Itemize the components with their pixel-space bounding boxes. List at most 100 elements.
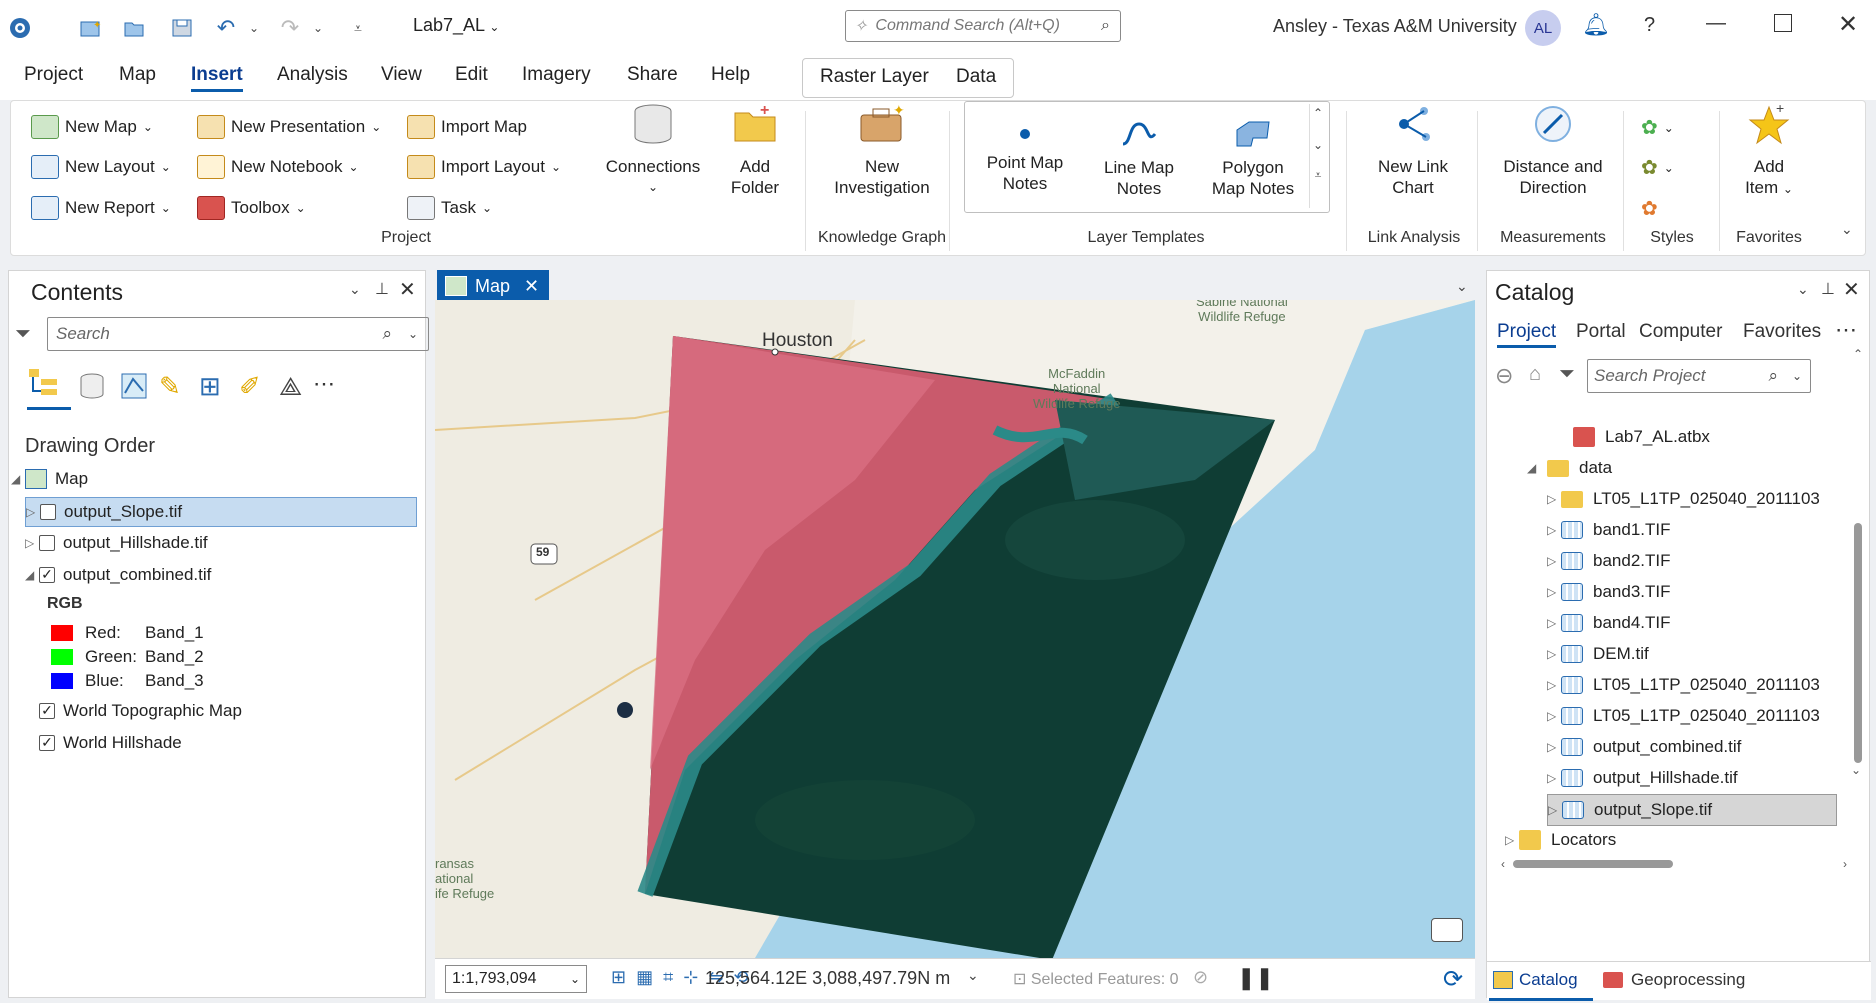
catalog-item[interactable]: ▷ output_Hillshade.tif xyxy=(1547,768,1738,788)
style-button-2[interactable]: ✿ ⌄ xyxy=(1641,155,1674,180)
save-project-icon[interactable] xyxy=(168,14,196,42)
map-canvas[interactable]: Houston Sabine National Wildlife Refuge … xyxy=(435,300,1475,958)
catalog-tab-project[interactable]: Project xyxy=(1497,321,1557,348)
close-map-tab-icon[interactable]: ✕ xyxy=(524,276,539,297)
catalog-item[interactable]: ▷ band1.TIF xyxy=(1547,520,1671,540)
coordinate-format-dropdown-icon[interactable]: ⌄ xyxy=(967,967,979,984)
catalog-item[interactable]: ▷ LT05_L1TP_025040_2011103 xyxy=(1547,675,1820,695)
layer-row-world-hillshade[interactable]: ✓ World Hillshade xyxy=(39,733,182,753)
catalog-tab-favorites[interactable]: Favorites xyxy=(1743,321,1821,343)
map-legend-toggle-icon[interactable] xyxy=(1431,918,1463,942)
catalog-item[interactable]: ▷ band3.TIF xyxy=(1547,582,1671,602)
tab-map[interactable]: Map xyxy=(119,64,156,86)
more-options-icon[interactable]: ⋯ xyxy=(1835,317,1857,343)
scroll-left-icon[interactable]: ‹ xyxy=(1501,857,1505,871)
gallery-scroll[interactable]: ⌃ ⌄ ⩡ xyxy=(1309,104,1326,208)
collapse-ribbon-icon[interactable]: ⌄ xyxy=(1841,221,1853,238)
scroll-right-icon[interactable]: › xyxy=(1843,857,1847,871)
notification-bell-icon[interactable]: 🔔︎ xyxy=(1582,12,1610,38)
catalog-item-toolbox[interactable]: Lab7_AL.atbx xyxy=(1573,427,1710,447)
tab-data[interactable]: Data xyxy=(956,66,996,88)
new-project-icon[interactable]: ✦ xyxy=(76,14,104,42)
bottom-tab-catalog[interactable]: Catalog xyxy=(1489,962,1593,1001)
list-by-labeling-tab[interactable]: ✐ xyxy=(239,371,261,402)
layer-visibility-checkbox[interactable]: ✓ xyxy=(39,735,55,751)
gallery-expand-icon[interactable]: ⩡ xyxy=(1310,168,1326,183)
tab-analysis[interactable]: Analysis xyxy=(277,64,348,86)
gallery-scroll-up-icon[interactable]: ⌃ xyxy=(1310,106,1326,120)
catalog-tab-computer[interactable]: Computer xyxy=(1639,321,1722,343)
view-list-icon[interactable]: ⌄ xyxy=(1456,278,1468,295)
refresh-icon[interactable]: ⟳ xyxy=(1443,965,1463,994)
catalog-item-selected[interactable]: ▷ output_Slope.tif xyxy=(1547,794,1837,826)
layer-row-world-topographic[interactable]: ✓ World Topographic Map xyxy=(39,701,242,721)
maximize-icon[interactable] xyxy=(1774,14,1792,32)
pin-icon[interactable]: ⊥ xyxy=(375,279,389,299)
new-investigation-button[interactable]: ✦ New Investigation xyxy=(811,101,953,198)
help-icon[interactable]: ? xyxy=(1644,14,1655,37)
tab-insert[interactable]: Insert xyxy=(191,64,243,92)
layer-visibility-checkbox[interactable] xyxy=(40,504,56,520)
map-node[interactable]: ◢ Map xyxy=(11,469,88,489)
gallery-scroll-down-icon[interactable]: ⌄ xyxy=(1310,138,1326,152)
new-map-button[interactable]: New Map ⌄ xyxy=(31,115,153,139)
horizontal-scroll-thumb[interactable] xyxy=(1513,860,1673,868)
list-by-perspective-tab[interactable]: ⟁ xyxy=(279,371,302,403)
more-options-icon[interactable]: ⋯ xyxy=(313,371,335,397)
task-button[interactable]: Task ⌄ xyxy=(407,196,492,220)
redo-icon[interactable]: ↷ xyxy=(276,14,304,42)
import-layout-button[interactable]: Import Layout ⌄ xyxy=(407,155,561,179)
connections-button[interactable]: Connections ⌄ xyxy=(593,101,713,198)
tab-imagery[interactable]: Imagery xyxy=(522,64,591,86)
tab-raster-layer[interactable]: Raster Layer xyxy=(820,66,929,88)
tab-project[interactable]: Project xyxy=(24,64,83,86)
vertical-scrollbar[interactable]: ⌃ xyxy=(1851,347,1865,787)
list-by-editing-tab[interactable]: ✎ xyxy=(159,371,181,402)
catalog-search-input[interactable]: Search Project ⌕ ⌄ xyxy=(1587,359,1811,393)
undo-dropdown-icon[interactable]: ⌄ xyxy=(240,14,268,42)
layer-row-output-slope[interactable]: ▷ output_Slope.tif xyxy=(25,497,417,527)
minimize-icon[interactable]: — xyxy=(1706,12,1726,35)
fixed-zoom-icon[interactable]: ⊞ xyxy=(611,967,636,987)
pin-icon[interactable]: ⊥ xyxy=(1821,279,1835,299)
catalog-item[interactable]: ▷ LT05_L1TP_025040_2011103 xyxy=(1547,706,1820,726)
style-button-3[interactable]: ✿ xyxy=(1641,196,1658,221)
contents-search-input[interactable]: Search ⌕ ⌄ xyxy=(47,317,429,351)
new-presentation-button[interactable]: New Presentation ⌄ xyxy=(197,115,381,139)
catalog-item[interactable]: ▷ band2.TIF xyxy=(1547,551,1671,571)
catalog-item[interactable]: ▷ LT05_L1TP_025040_2011103 xyxy=(1547,489,1820,509)
add-item-button[interactable]: + Add Item ⌄ xyxy=(1723,100,1815,200)
polygon-map-notes-button[interactable]: Polygon Map Notes xyxy=(1199,116,1307,199)
list-by-selection-tab[interactable] xyxy=(119,371,149,406)
grid-icon[interactable]: ▦ xyxy=(636,967,663,987)
catalog-tab-portal[interactable]: Portal xyxy=(1576,321,1626,343)
layer-visibility-checkbox[interactable]: ✓ xyxy=(39,703,55,719)
bottom-tab-geoprocessing[interactable]: Geoprocessing xyxy=(1603,962,1745,998)
new-layout-button[interactable]: New Layout ⌄ xyxy=(31,155,171,179)
clear-selection-icon[interactable]: ⊘ xyxy=(1193,967,1208,988)
open-project-icon[interactable] xyxy=(120,14,148,42)
list-by-snapping-tab[interactable]: ⊞ xyxy=(199,371,221,402)
toolbox-button[interactable]: Toolbox ⌄ xyxy=(197,196,306,220)
point-map-notes-button[interactable]: Point Map Notes xyxy=(971,116,1079,194)
pane-options-icon[interactable]: ⌄ xyxy=(349,281,361,298)
command-search-input[interactable]: ✧ Command Search (Alt+Q) ⌕ xyxy=(845,10,1121,42)
tab-share[interactable]: Share xyxy=(627,64,678,86)
style-button-1[interactable]: ✿ ⌄ xyxy=(1641,115,1674,140)
tab-view[interactable]: View xyxy=(381,64,422,86)
add-folder-button[interactable]: + Add Folder xyxy=(715,101,795,198)
new-report-button[interactable]: New Report ⌄ xyxy=(31,196,171,220)
snapping-icon[interactable]: ⌗ xyxy=(663,967,683,987)
project-name-dropdown[interactable]: Lab7_AL ⌄ xyxy=(413,15,499,36)
scale-dropdown[interactable]: 1:1,793,094 ⌄ xyxy=(445,965,587,993)
tab-edit[interactable]: Edit xyxy=(455,64,488,86)
filter-icon[interactable]: ⏷ xyxy=(1559,363,1575,386)
layer-visibility-checkbox[interactable]: ✓ xyxy=(39,567,55,583)
vertical-scroll-thumb[interactable] xyxy=(1854,523,1862,763)
close-pane-icon[interactable]: ✕ xyxy=(1843,277,1860,302)
back-icon[interactable]: ⊖ xyxy=(1495,363,1513,389)
catalog-item-locators[interactable]: ▷ Locators xyxy=(1505,830,1616,850)
close-pane-icon[interactable]: ✕ xyxy=(399,277,416,302)
scroll-up-icon[interactable]: ⌃ xyxy=(1851,347,1865,361)
import-map-button[interactable]: Import Map xyxy=(407,115,527,139)
